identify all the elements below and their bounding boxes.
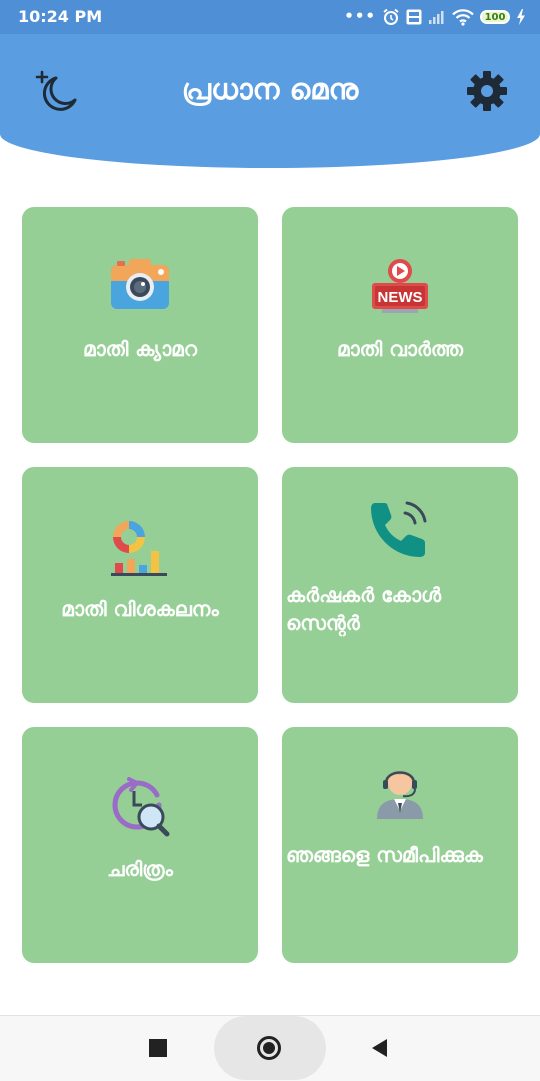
news-icon: NEWS xyxy=(372,259,428,313)
charging-icon xyxy=(517,9,525,25)
battery-icon: 100 xyxy=(480,10,510,24)
tile-history[interactable]: ചരിത്രം xyxy=(22,727,258,963)
settings-gear-icon xyxy=(467,71,507,111)
recent-apps-icon[interactable] xyxy=(149,1039,167,1057)
svg-text:NEWS: NEWS xyxy=(378,289,423,306)
status-icons: ••• 100 xyxy=(344,6,526,28)
tile-mathi-news[interactable]: NEWS മാതി വാർത്ത xyxy=(282,207,518,443)
tile-label: മാതി വിശകലനം xyxy=(61,597,219,621)
settings-button[interactable] xyxy=(466,70,508,112)
status-bar: 10:24 PM ••• 100 xyxy=(0,0,540,34)
tile-contact-us[interactable]: ഞങ്ങളെ സമീപിക്കുക xyxy=(282,727,518,963)
header: പ്രധാന മെനു xyxy=(0,34,540,168)
page-title: പ്രധാന മെനു xyxy=(181,72,359,106)
tile-label: കർഷകർ കോൾ സെന്റർ xyxy=(286,583,442,635)
more-dots-icon: ••• xyxy=(344,6,376,25)
tile-label: മാതി ക്യാമറ xyxy=(83,337,197,361)
tile-label: മാതി വാർത്ത xyxy=(336,337,464,361)
signal-icon xyxy=(429,11,444,24)
tile-farmer-call-center[interactable]: കർഷകർ കോൾ സെന്റർ xyxy=(282,467,518,703)
analytics-chart-icon xyxy=(111,521,167,576)
support-agent-icon xyxy=(377,771,423,819)
home-icon[interactable] xyxy=(257,1036,281,1060)
history-search-icon xyxy=(112,777,170,837)
system-nav-bar xyxy=(0,1015,540,1081)
back-icon[interactable] xyxy=(372,1039,387,1057)
alarm-icon xyxy=(383,8,399,25)
tile-label: ഞങ്ങളെ സമീപിക്കുക xyxy=(286,843,483,867)
wifi-icon xyxy=(452,9,474,26)
camera-icon xyxy=(111,259,169,309)
status-time: 10:24 PM xyxy=(18,7,103,26)
tile-mathi-analytics[interactable]: മാതി വിശകലനം xyxy=(22,467,258,703)
tile-label: ചരിത്രം xyxy=(107,857,173,881)
volte-icon xyxy=(406,9,422,25)
tile-mathi-camera[interactable]: മാതി ക്യാമറ xyxy=(22,207,258,443)
phone-icon xyxy=(371,501,427,557)
